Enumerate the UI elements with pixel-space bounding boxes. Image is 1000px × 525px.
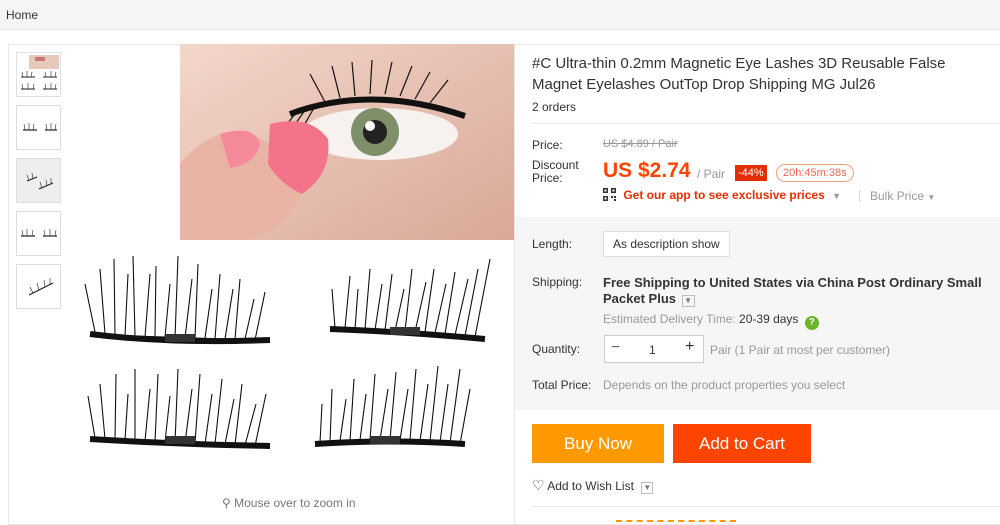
quantity-increase-button[interactable]: + [685, 338, 694, 356]
bulk-price-label: Bulk Price [870, 189, 925, 203]
length-label: Length: [532, 237, 573, 251]
discount-price: US $2.74 [603, 159, 691, 182]
shipping-label: Shipping: [532, 275, 583, 289]
shipping-info: Free Shipping to United States via China… [603, 275, 1000, 307]
thumbnail-list [16, 52, 62, 317]
discount-price-label: Discount Price: [532, 158, 579, 185]
heart-icon: ♡ [532, 477, 545, 493]
quantity-input[interactable]: 1 [649, 343, 656, 357]
zoom-hint: ⚲ Mouse over to zoom in [222, 496, 356, 510]
orders-count[interactable]: 2 orders [532, 100, 576, 114]
magnifier-icon: ⚲ [222, 496, 231, 510]
product-title: #C Ultra-thin 0.2mm Magnetic Eye Lashes … [532, 55, 946, 93]
estimated-days: 20-39 days [739, 312, 799, 326]
wishlist-label: Add to Wish List [547, 479, 634, 493]
shipping-dropdown-icon[interactable]: ▼ [681, 295, 695, 307]
quantity-decrease-button[interactable]: − [611, 339, 620, 357]
app-promo-text: Get our app to see exclusive prices [623, 188, 825, 202]
chevron-down-icon: ▼ [927, 193, 936, 202]
bulk-price-dropdown[interactable]: Bulk Price ▼ [870, 189, 935, 203]
divider [532, 506, 1000, 507]
quantity-stepper: − 1 + [604, 335, 704, 363]
price-label: Price: [532, 138, 563, 152]
buy-now-button[interactable]: Buy Now [532, 424, 664, 463]
thumbnail-lashes-image [23, 123, 57, 131]
breadcrumb-home-link[interactable]: Home [6, 8, 38, 22]
thumbnail-2[interactable] [16, 105, 61, 150]
help-icon[interactable]: ? [804, 316, 819, 330]
add-to-cart-button[interactable]: Add to Cart [673, 424, 811, 463]
app-promo-link[interactable]: Get our app to see exclusive prices ▼ [603, 188, 841, 202]
divider [532, 123, 1000, 124]
total-price-value: Depends on the product properties you se… [603, 378, 846, 392]
coupon-strip [616, 520, 736, 523]
qr-code-icon [603, 188, 616, 201]
estimated-delivery: Estimated Delivery Time: 20-39 days ? [603, 312, 819, 330]
shipping-free: Free Shipping [603, 275, 690, 290]
thumbnail-4[interactable] [16, 211, 61, 256]
main-product-image[interactable] [70, 44, 514, 464]
chevron-down-icon: ▼ [832, 191, 842, 201]
discount-badge: -44% [735, 165, 767, 181]
thumbnail-lashes-image [21, 229, 57, 237]
thumbnail-3[interactable] [16, 158, 61, 203]
separator [859, 190, 860, 202]
quantity-note: Pair (1 Pair at most per customer) [710, 343, 891, 357]
shipping-to: to [693, 275, 706, 290]
estimated-label: Estimated Delivery Time: [603, 312, 736, 326]
thumbnail-eye-image [21, 55, 59, 90]
total-price-label: Total Price: [532, 378, 592, 392]
quantity-label: Quantity: [532, 342, 581, 356]
zoom-hint-text: Mouse over to zoom in [234, 496, 356, 510]
thumbnail-lashes-image [28, 278, 54, 296]
chevron-down-icon[interactable]: ▼ [641, 482, 654, 494]
price-unit: / Pair [697, 167, 726, 181]
thumbnail-5[interactable] [16, 264, 61, 309]
original-price: US $4.89 / Pair [603, 138, 678, 150]
thumbnail-lashes-image [26, 172, 54, 190]
countdown-timer: 20h:45m:38s [776, 164, 854, 182]
thumbnail-1[interactable] [16, 52, 61, 97]
add-to-wishlist-link[interactable]: ♡ Add to Wish List ▼ [532, 477, 654, 494]
length-option-button[interactable]: As description show [603, 231, 730, 257]
breadcrumb-bar: Home [0, 0, 1000, 30]
